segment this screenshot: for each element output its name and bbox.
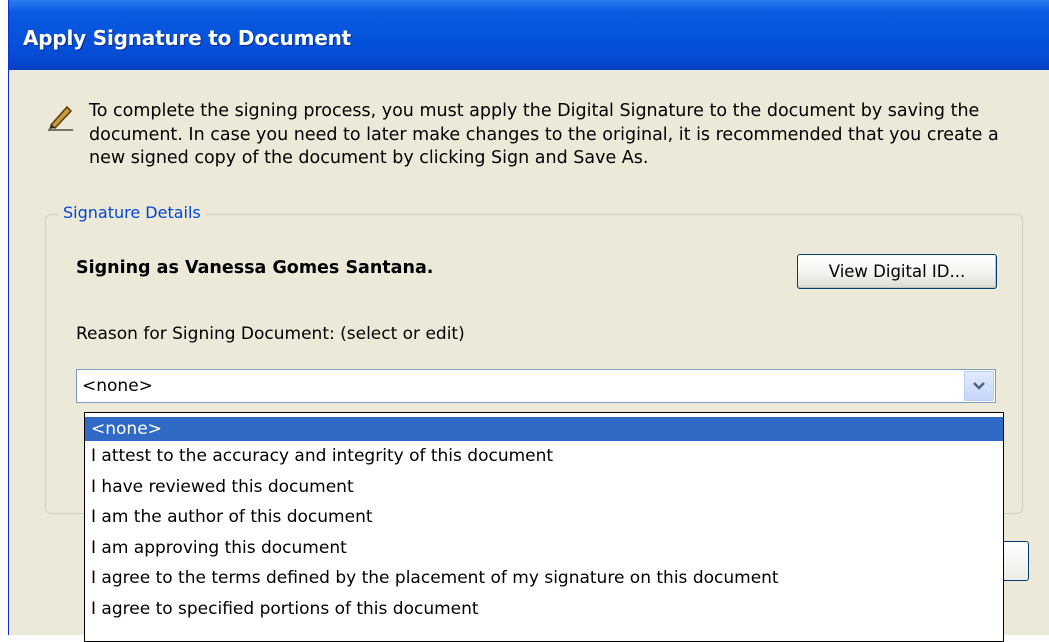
dropdown-option[interactable]: <none> bbox=[85, 417, 1003, 441]
reason-label: Reason for Signing Document: (select or … bbox=[76, 324, 465, 344]
pen-icon bbox=[48, 105, 73, 131]
title-bar[interactable]: Apply Signature to Document bbox=[9, 0, 1049, 70]
dropdown-option[interactable]: I am approving this document bbox=[85, 533, 1003, 564]
dropdown-arrow-button[interactable] bbox=[964, 371, 994, 401]
reason-combobox[interactable]: <none> bbox=[76, 369, 996, 403]
apply-signature-dialog: Apply Signature to Document To complete … bbox=[8, 0, 1049, 642]
reason-dropdown-list[interactable]: <none> I attest to the accuracy and inte… bbox=[84, 412, 1004, 642]
dropdown-option[interactable]: I attest to the accuracy and integrity o… bbox=[85, 441, 1003, 472]
signature-details-legend: Signature Details bbox=[59, 203, 205, 222]
signing-as-label: Signing as Vanessa Gomes Santana. bbox=[76, 258, 434, 278]
dialog-title: Apply Signature to Document bbox=[23, 26, 351, 50]
reason-combobox-value[interactable]: <none> bbox=[82, 376, 153, 396]
chevron-down-icon bbox=[973, 382, 985, 390]
dropdown-option[interactable]: I agree to the terms defined by the plac… bbox=[85, 563, 1003, 594]
instructions-text: To complete the signing process, you mus… bbox=[89, 101, 999, 168]
dropdown-option[interactable]: I agree to specified portions of this do… bbox=[85, 594, 1003, 625]
dropdown-option[interactable]: I have reviewed this document bbox=[85, 472, 1003, 503]
dropdown-option[interactable]: I am the author of this document bbox=[85, 502, 1003, 533]
view-digital-id-button[interactable]: View Digital ID... bbox=[797, 254, 997, 289]
